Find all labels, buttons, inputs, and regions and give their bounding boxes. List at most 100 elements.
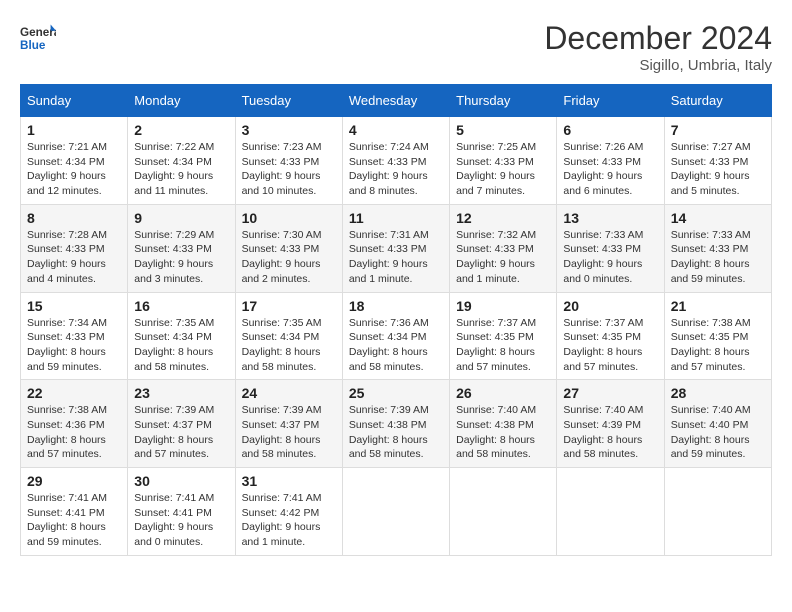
day-info: Sunrise: 7:33 AMSunset: 4:33 PMDaylight:…	[563, 228, 657, 287]
day-info: Sunrise: 7:41 AMSunset: 4:41 PMDaylight:…	[27, 491, 121, 550]
day-info: Sunrise: 7:40 AMSunset: 4:40 PMDaylight:…	[671, 403, 765, 462]
day-number: 29	[27, 473, 121, 489]
day-info: Sunrise: 7:30 AMSunset: 4:33 PMDaylight:…	[242, 228, 336, 287]
day-info: Sunrise: 7:34 AMSunset: 4:33 PMDaylight:…	[27, 316, 121, 375]
logo-icon: General Blue	[20, 20, 56, 56]
calendar-cell	[450, 468, 557, 556]
day-number: 24	[242, 385, 336, 401]
day-info: Sunrise: 7:27 AMSunset: 4:33 PMDaylight:…	[671, 140, 765, 199]
calendar-week-4: 22 Sunrise: 7:38 AMSunset: 4:36 PMDayligh…	[21, 380, 772, 468]
day-number: 26	[456, 385, 550, 401]
day-number: 17	[242, 298, 336, 314]
calendar-cell: 28 Sunrise: 7:40 AMSunset: 4:40 PMDayligh…	[664, 380, 771, 468]
calendar-cell: 19Sunrise: 7:37 AMSunset: 4:35 PMDayligh…	[450, 292, 557, 380]
weekday-header-monday: Monday	[128, 85, 235, 117]
calendar-cell: 22 Sunrise: 7:38 AMSunset: 4:36 PMDayligh…	[21, 380, 128, 468]
day-number: 15	[27, 298, 121, 314]
day-number: 18	[349, 298, 443, 314]
weekday-header-wednesday: Wednesday	[342, 85, 449, 117]
day-number: 2	[134, 122, 228, 138]
calendar-cell: 5Sunrise: 7:25 AMSunset: 4:33 PMDaylight…	[450, 117, 557, 205]
day-info: Sunrise: 7:38 AMSunset: 4:35 PMDaylight:…	[671, 316, 765, 375]
day-number: 9	[134, 210, 228, 226]
weekday-header-row: SundayMondayTuesdayWednesdayThursdayFrid…	[21, 85, 772, 117]
calendar-cell: 21 Sunrise: 7:38 AMSunset: 4:35 PMDayligh…	[664, 292, 771, 380]
calendar-cell: 27Sunrise: 7:40 AMSunset: 4:39 PMDayligh…	[557, 380, 664, 468]
calendar-cell: 23 Sunrise: 7:39 AMSunset: 4:37 PMDayligh…	[128, 380, 235, 468]
calendar-cell: 16 Sunrise: 7:35 AMSunset: 4:34 PMDayligh…	[128, 292, 235, 380]
calendar-week-2: 8 Sunrise: 7:28 AMSunset: 4:33 PMDaylight…	[21, 204, 772, 292]
calendar-cell: 6Sunrise: 7:26 AMSunset: 4:33 PMDaylight…	[557, 117, 664, 205]
day-number: 28	[671, 385, 765, 401]
day-info: Sunrise: 7:40 AMSunset: 4:38 PMDaylight:…	[456, 403, 550, 462]
day-info: Sunrise: 7:21 AMSunset: 4:34 PMDaylight:…	[27, 140, 121, 199]
day-number: 7	[671, 122, 765, 138]
day-info: Sunrise: 7:31 AMSunset: 4:33 PMDaylight:…	[349, 228, 443, 287]
day-number: 22	[27, 385, 121, 401]
day-info: Sunrise: 7:39 AMSunset: 4:37 PMDaylight:…	[134, 403, 228, 462]
day-number: 4	[349, 122, 443, 138]
month-title: December 2024	[544, 20, 772, 57]
day-number: 1	[27, 122, 121, 138]
day-number: 16	[134, 298, 228, 314]
title-section: December 2024 Sigillo, Umbria, Italy	[544, 20, 772, 74]
calendar-cell: 30 Sunrise: 7:41 AMSunset: 4:41 PMDayligh…	[128, 468, 235, 556]
day-number: 30	[134, 473, 228, 489]
location-subtitle: Sigillo, Umbria, Italy	[544, 57, 772, 74]
calendar-cell: 4 Sunrise: 7:24 AMSunset: 4:33 PMDaylight…	[342, 117, 449, 205]
day-number: 23	[134, 385, 228, 401]
day-number: 5	[456, 122, 550, 138]
calendar-cell: 17 Sunrise: 7:35 AMSunset: 4:34 PMDayligh…	[235, 292, 342, 380]
weekday-header-tuesday: Tuesday	[235, 85, 342, 117]
day-number: 14	[671, 210, 765, 226]
calendar-cell: 13 Sunrise: 7:33 AMSunset: 4:33 PMDayligh…	[557, 204, 664, 292]
day-number: 10	[242, 210, 336, 226]
calendar-week-3: 15 Sunrise: 7:34 AMSunset: 4:33 PMDayligh…	[21, 292, 772, 380]
calendar-cell: 25 Sunrise: 7:39 AMSunset: 4:38 PMDayligh…	[342, 380, 449, 468]
calendar-cell: 29 Sunrise: 7:41 AMSunset: 4:41 PMDayligh…	[21, 468, 128, 556]
calendar-week-5: 29 Sunrise: 7:41 AMSunset: 4:41 PMDayligh…	[21, 468, 772, 556]
calendar-cell: 31 Sunrise: 7:41 AMSunset: 4:42 PMDayligh…	[235, 468, 342, 556]
day-info: Sunrise: 7:38 AMSunset: 4:36 PMDaylight:…	[27, 403, 121, 462]
day-number: 19	[456, 298, 550, 314]
day-number: 25	[349, 385, 443, 401]
calendar-cell: 14 Sunrise: 7:33 AMSunset: 4:33 PMDayligh…	[664, 204, 771, 292]
day-info: Sunrise: 7:22 AMSunset: 4:34 PMDaylight:…	[134, 140, 228, 199]
day-info: Sunrise: 7:39 AMSunset: 4:37 PMDaylight:…	[242, 403, 336, 462]
day-info: Sunrise: 7:33 AMSunset: 4:33 PMDaylight:…	[671, 228, 765, 287]
day-info: Sunrise: 7:23 AMSunset: 4:33 PMDaylight:…	[242, 140, 336, 199]
day-info: Sunrise: 7:41 AMSunset: 4:41 PMDaylight:…	[134, 491, 228, 550]
calendar-cell: 1 Sunrise: 7:21 AMSunset: 4:34 PMDaylight…	[21, 117, 128, 205]
day-number: 31	[242, 473, 336, 489]
calendar-cell: 7 Sunrise: 7:27 AMSunset: 4:33 PMDaylight…	[664, 117, 771, 205]
day-info: Sunrise: 7:39 AMSunset: 4:38 PMDaylight:…	[349, 403, 443, 462]
weekday-header-sunday: Sunday	[21, 85, 128, 117]
day-info: Sunrise: 7:28 AMSunset: 4:33 PMDaylight:…	[27, 228, 121, 287]
day-number: 21	[671, 298, 765, 314]
weekday-header-saturday: Saturday	[664, 85, 771, 117]
calendar-cell: 26 Sunrise: 7:40 AMSunset: 4:38 PMDayligh…	[450, 380, 557, 468]
page-header: General Blue December 2024 Sigillo, Umbr…	[20, 20, 772, 74]
day-info: Sunrise: 7:24 AMSunset: 4:33 PMDaylight:…	[349, 140, 443, 199]
calendar-cell	[664, 468, 771, 556]
calendar-cell: 3Sunrise: 7:23 AMSunset: 4:33 PMDaylight…	[235, 117, 342, 205]
day-number: 11	[349, 210, 443, 226]
day-info: Sunrise: 7:29 AMSunset: 4:33 PMDaylight:…	[134, 228, 228, 287]
day-number: 8	[27, 210, 121, 226]
day-number: 6	[563, 122, 657, 138]
calendar-week-1: 1 Sunrise: 7:21 AMSunset: 4:34 PMDaylight…	[21, 117, 772, 205]
day-info: Sunrise: 7:35 AMSunset: 4:34 PMDaylight:…	[134, 316, 228, 375]
day-info: Sunrise: 7:41 AMSunset: 4:42 PMDaylight:…	[242, 491, 336, 550]
day-number: 13	[563, 210, 657, 226]
day-number: 20	[563, 298, 657, 314]
calendar-cell: 8 Sunrise: 7:28 AMSunset: 4:33 PMDaylight…	[21, 204, 128, 292]
logo: General Blue	[20, 20, 56, 56]
day-number: 12	[456, 210, 550, 226]
svg-text:Blue: Blue	[20, 39, 46, 52]
calendar-cell: 15 Sunrise: 7:34 AMSunset: 4:33 PMDayligh…	[21, 292, 128, 380]
calendar-cell: 11 Sunrise: 7:31 AMSunset: 4:33 PMDayligh…	[342, 204, 449, 292]
day-info: Sunrise: 7:35 AMSunset: 4:34 PMDaylight:…	[242, 316, 336, 375]
day-info: Sunrise: 7:32 AMSunset: 4:33 PMDaylight:…	[456, 228, 550, 287]
calendar-cell: 12 Sunrise: 7:32 AMSunset: 4:33 PMDayligh…	[450, 204, 557, 292]
calendar-cell: 10 Sunrise: 7:30 AMSunset: 4:33 PMDayligh…	[235, 204, 342, 292]
